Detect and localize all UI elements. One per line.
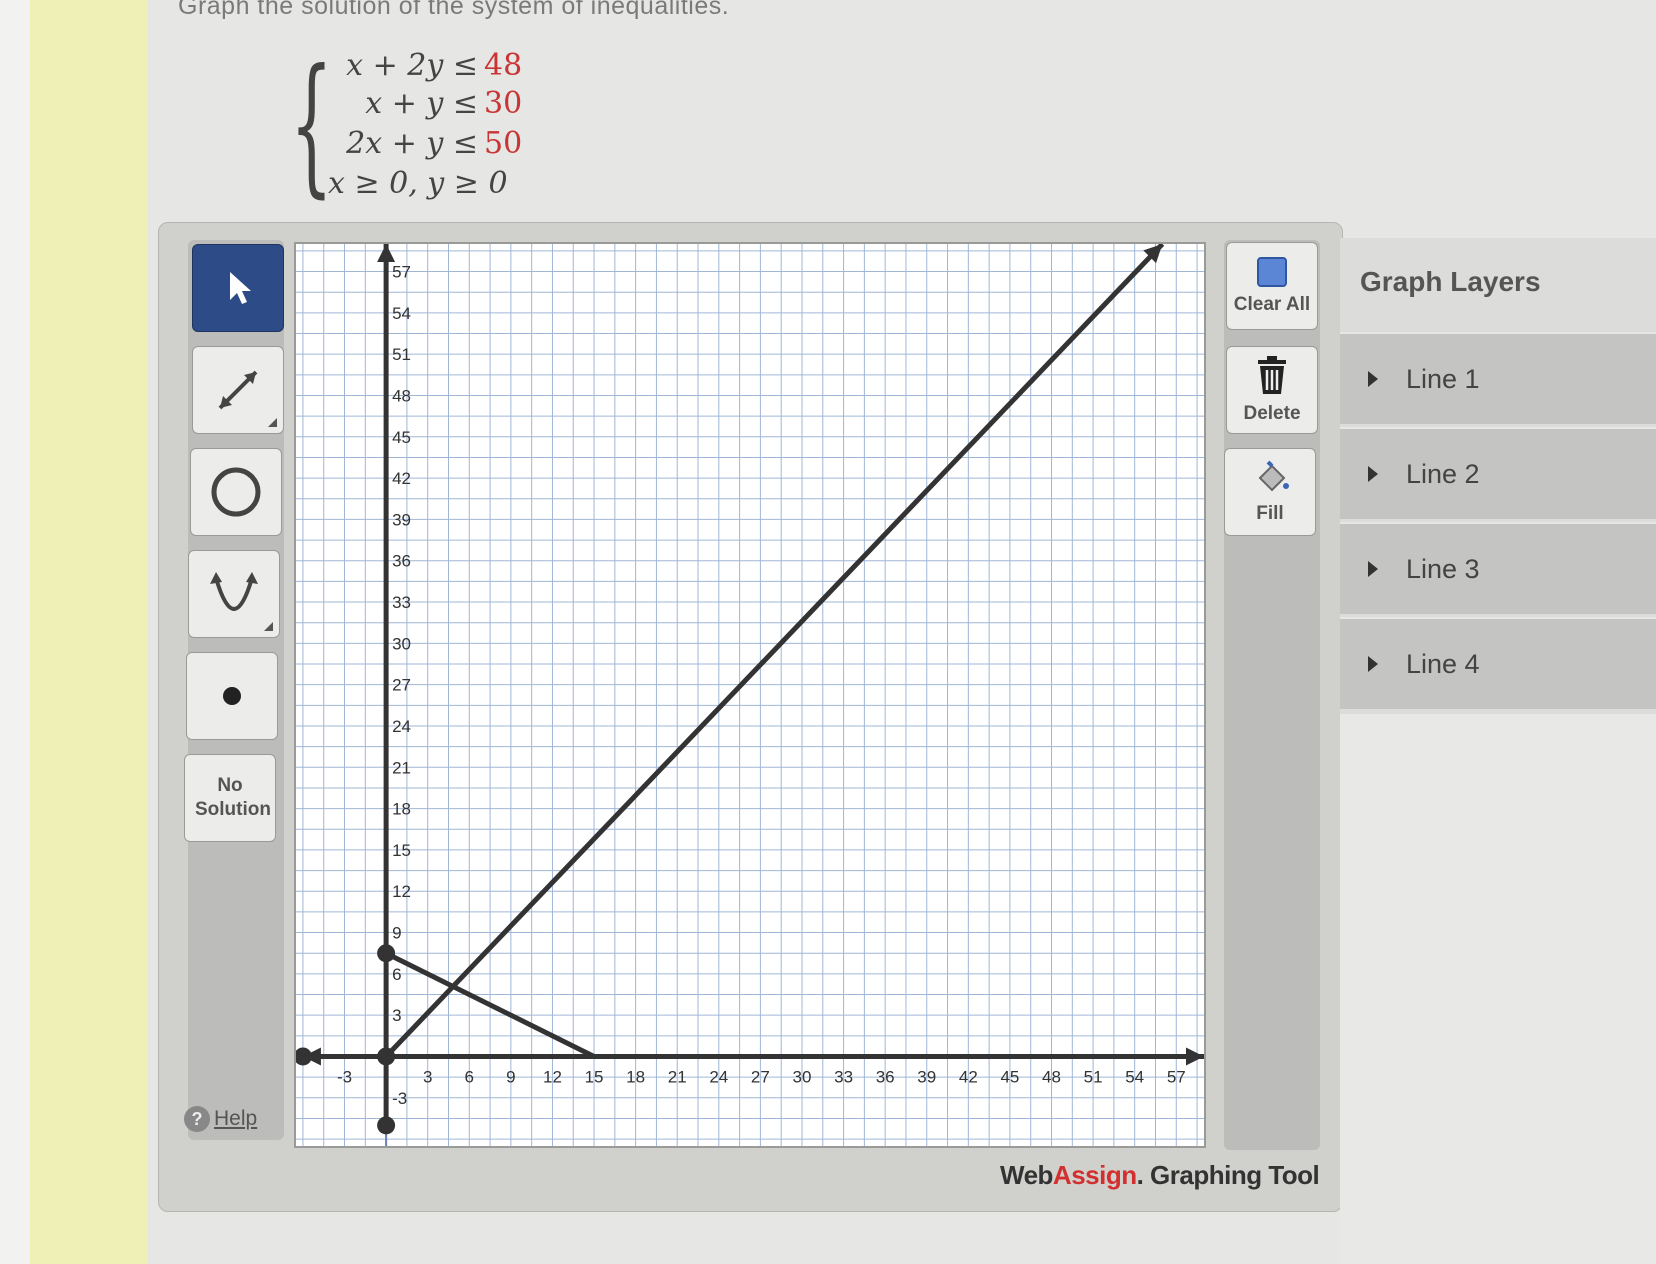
x-tick-label: 18: [626, 1067, 645, 1086]
delete-label: Delete: [1243, 403, 1301, 424]
x-tick-label: 12: [543, 1067, 562, 1086]
line-handle-point: [377, 1116, 396, 1135]
inequality-2: x + y ≤30: [365, 86, 523, 121]
pointer-arrow-icon: [230, 272, 251, 304]
x-tick-label: 57: [1167, 1067, 1186, 1086]
paint-bucket-icon: [1258, 460, 1289, 492]
x-tick-label: 9: [506, 1067, 515, 1086]
y-tick-label: 18: [392, 800, 411, 819]
inequality-1: x + 2y ≤48: [346, 48, 523, 83]
help-link[interactable]: ? Help: [184, 1106, 257, 1132]
layer-item-line-4[interactable]: Line 4: [1340, 617, 1656, 709]
y-tick-label: 15: [392, 841, 411, 860]
x-tick-label: 45: [1000, 1067, 1019, 1086]
inequality-4: x ≥ 0, y ≥ 0: [328, 166, 508, 201]
y-tick-label: 27: [392, 676, 411, 695]
no-solution-label: No Solution: [195, 775, 271, 820]
y-tick-label: 48: [392, 386, 411, 405]
expand-arrow-icon: [1368, 656, 1378, 672]
y-tick-label: 33: [392, 593, 411, 612]
y-tick-label: -3: [392, 1089, 407, 1108]
help-icon: ?: [184, 1106, 210, 1132]
trash-icon: [1258, 356, 1286, 394]
y-tick-label: 30: [392, 634, 411, 653]
x-tick-label: 54: [1125, 1067, 1144, 1086]
parabola-tool-button[interactable]: [188, 550, 280, 638]
y-tick-label: 57: [392, 263, 411, 282]
fill-label: Fill: [1256, 503, 1284, 524]
drawn-line-1: [384, 244, 1165, 1059]
x-tick-label: 42: [959, 1067, 978, 1086]
line-arrowhead: [377, 244, 396, 262]
layer-label: Line 4: [1406, 648, 1480, 679]
parabola-icon: [210, 572, 258, 611]
x-tick-label: 33: [834, 1067, 853, 1086]
x-tick-label: 48: [1042, 1067, 1061, 1086]
point-tool-button[interactable]: [186, 652, 278, 740]
y-tick-label: 24: [392, 717, 411, 736]
line-arrows-icon: [218, 370, 258, 410]
tool-submenu-indicator: [264, 622, 273, 631]
y-tick-label: 39: [392, 510, 411, 529]
x-tick-label: 30: [793, 1067, 812, 1086]
y-tick-label: 51: [392, 345, 411, 364]
x-tick-label: 36: [876, 1067, 895, 1086]
webassign-brand: WebAssign. Graphing Tool: [1000, 1160, 1320, 1190]
circle-tool-button[interactable]: [190, 448, 282, 536]
x-tick-label: 27: [751, 1067, 770, 1086]
layer-item-line-2[interactable]: Line 2: [1340, 427, 1656, 519]
expand-arrow-icon: [1368, 561, 1378, 577]
y-tick-label: 3: [392, 1006, 401, 1025]
graph-layers-title: Graph Layers: [1360, 266, 1541, 297]
line-arrowhead: [1186, 1047, 1204, 1066]
layer-label: Line 2: [1406, 458, 1480, 489]
layer-item-line-1[interactable]: Line 1: [1340, 332, 1656, 424]
no-solution-button[interactable]: No Solution: [184, 754, 276, 842]
expand-arrow-icon: [1368, 371, 1378, 387]
layer-label: Line 3: [1406, 553, 1480, 584]
y-tick-label: 45: [392, 428, 411, 447]
clear-all-label: Clear All: [1233, 294, 1311, 315]
point-icon: [223, 687, 241, 705]
fill-button[interactable]: Fill: [1224, 448, 1316, 536]
x-tick-label: 51: [1084, 1067, 1103, 1086]
line-tool-button[interactable]: [192, 346, 284, 434]
y-tick-label: 42: [392, 469, 411, 488]
layer-item-line-3[interactable]: Line 3: [1340, 522, 1656, 614]
clear-all-button[interactable]: Clear All: [1226, 242, 1318, 330]
select-tool-button[interactable]: [192, 244, 284, 332]
y-tick-label: 12: [392, 882, 411, 901]
question-title: Graph the solution of the system of ineq…: [178, 0, 730, 20]
clear-all-icon: [1257, 257, 1287, 287]
delete-button[interactable]: Delete: [1226, 346, 1318, 434]
x-tick-label: -3: [337, 1067, 352, 1086]
x-tick-label: 24: [709, 1067, 728, 1086]
inequality-system: { x + 2y ≤48 x + y ≤30 2x + y ≤50 x ≥ 0,…: [290, 48, 558, 208]
x-tick-label: 6: [465, 1067, 474, 1086]
y-tick-label: 6: [392, 965, 401, 984]
help-label: Help: [214, 1107, 258, 1130]
layers-empty-area: [1340, 714, 1656, 1264]
tool-submenu-indicator: [268, 418, 277, 427]
y-tick-label: 36: [392, 552, 411, 571]
graph-svg[interactable]: -3 3 6 9 12 15 18 21 24 27 30 33 36 39 42 45 48 51 54 57-33…: [296, 244, 1204, 1146]
graph-canvas[interactable]: -3 3 6 9 12 15 18 21 24 27 30 33 36 39 42 45 48 51 54 57 -3 3…: [294, 242, 1206, 1148]
y-tick-label: 9: [392, 924, 401, 943]
expand-arrow-icon: [1368, 466, 1378, 482]
y-tick-label: 21: [392, 758, 411, 777]
graph-layers-panel: Graph Layers Line 1 Line 2 Line 3 Line 4: [1340, 238, 1656, 714]
x-tick-label: 15: [585, 1067, 604, 1086]
page-margin: [0, 0, 30, 1264]
inequality-3: 2x + y ≤50: [346, 126, 523, 161]
x-tick-label: 39: [917, 1067, 936, 1086]
x-tick-label: 3: [423, 1067, 432, 1086]
circle-icon: [211, 467, 261, 517]
x-tick-label: 21: [668, 1067, 687, 1086]
y-tick-label: 54: [392, 304, 411, 323]
page-highlight-stripe: [30, 0, 148, 1264]
layer-label: Line 1: [1406, 363, 1480, 394]
